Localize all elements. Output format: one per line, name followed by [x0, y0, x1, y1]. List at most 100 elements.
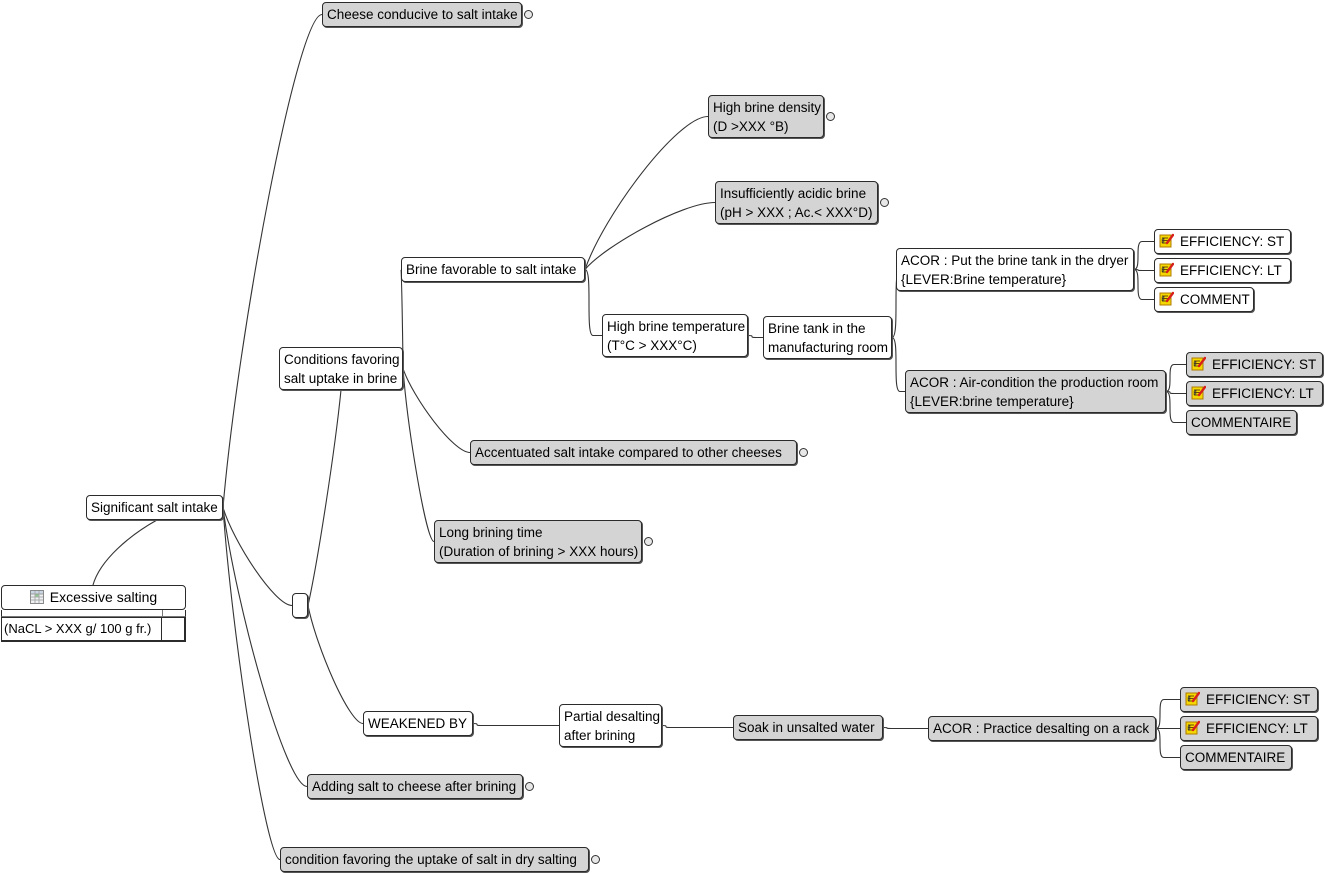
node-label: Significant salt intake	[91, 500, 218, 515]
node-label: EFFICIENCY: ST	[1212, 357, 1317, 372]
node-partial-desalting[interactable]: Partial desalting after brining	[559, 704, 662, 747]
node-label: Brine favorable to salt intake	[406, 262, 577, 277]
node-label: (Duration of brining > XXX hours)	[439, 544, 639, 559]
node-text: EFFICIENCY: LT	[1159, 261, 1286, 280]
root-node-header: Excessive salting	[1, 585, 186, 610]
memo-icon	[1191, 385, 1206, 400]
node-acor-dryer-lt[interactable]: EFFICIENCY: LT	[1154, 258, 1291, 283]
node-label: Cheese conducive to salt intake	[327, 7, 518, 22]
node-acor-aircon-st[interactable]: EFFICIENCY: ST	[1186, 352, 1323, 377]
expand-collapse-handle[interactable]	[799, 447, 808, 457]
connector-brine-high-temp	[584, 268, 602, 337]
connector-acor-dryer-lt	[1133, 268, 1154, 272]
node-text: (D >XXX °B)	[713, 117, 819, 136]
node-weakened[interactable]: WEAKENED BY	[363, 711, 473, 736]
node-text: {LEVER:brine temperature}	[910, 392, 1161, 411]
node-text: Cheese conducive to salt intake	[327, 5, 518, 24]
node-label: (D >XXX °B)	[713, 119, 789, 134]
connector-conditions-accentuated	[402, 368, 471, 454]
node-acidic[interactable]: Insufficiently acidic brine (pH > XXX ; A…	[715, 181, 878, 224]
node-label: WEAKENED BY	[368, 716, 468, 731]
memo-icon	[1159, 291, 1174, 306]
root-node-excessive-salting[interactable]: Excessive salting (NaCL > XXX g/ 100 g f…	[1, 585, 186, 642]
root-detail-empty-cell	[161, 618, 184, 640]
table-icon	[29, 590, 44, 604]
node-acor-rack-comment[interactable]: COMMENTAIRE	[1180, 745, 1292, 770]
node-accentuated[interactable]: Accentuated salt intake compared to othe…	[470, 440, 797, 465]
connector-conditions-long-brining	[402, 368, 435, 543]
node-text: Partial desalting	[564, 707, 661, 726]
node-acor-aircon[interactable]: ACOR : Air-condition the production room…	[905, 370, 1166, 413]
node-adding-salt[interactable]: Adding salt to cheese after brining	[307, 774, 523, 799]
node-label: EFFICIENCY: ST	[1180, 234, 1285, 249]
memo-icon	[1185, 691, 1200, 706]
node-conditions-brine[interactable]: Conditions favoring salt uptake in brine	[279, 347, 403, 390]
connector-lines	[92, 13, 1186, 861]
node-label: Partial desalting	[564, 709, 661, 724]
expand-collapse-handle[interactable]	[826, 111, 835, 121]
node-cheese-conducive[interactable]: Cheese conducive to salt intake	[322, 2, 522, 27]
memo-icon	[1159, 233, 1174, 248]
connector-significant-adding-salt	[222, 507, 308, 788]
node-text: {LEVER:Brine temperature}	[901, 270, 1129, 289]
node-text: Brine tank in the	[768, 319, 887, 338]
connector-temp-tank	[747, 334, 763, 339]
node-acor-rack-st[interactable]: EFFICIENCY: ST	[1180, 687, 1318, 712]
expand-collapse-handle[interactable]	[880, 197, 889, 207]
node-text: (Duration of brining > XXX hours)	[439, 542, 639, 561]
node-soak[interactable]: Soak in unsalted water	[733, 715, 883, 740]
node-high-temp[interactable]: High brine temperature (T°C > XXX°C)	[602, 314, 748, 357]
connector-brine-high-density	[584, 115, 709, 270]
root-node-separator	[1, 610, 186, 617]
node-brine-favorable[interactable]: Brine favorable to salt intake	[401, 257, 585, 282]
node-junction[interactable]	[292, 593, 308, 618]
node-text: (T°C > XXX°C)	[607, 336, 743, 355]
connector-soak-acor-rack	[882, 726, 928, 730]
connector-acor-aircon-comment	[1165, 390, 1186, 424]
root-title: Excessive salting	[49, 589, 158, 605]
node-tank-room[interactable]: Brine tank in the manufacturing room	[763, 316, 892, 359]
node-dry-salting[interactable]: condition favoring the uptake of salt in…	[280, 847, 589, 872]
node-acor-rack-lt[interactable]: EFFICIENCY: LT	[1180, 716, 1318, 741]
node-text: Brine favorable to salt intake	[406, 260, 580, 279]
node-long-brining[interactable]: Long brining time (Duration of brining > …	[434, 520, 642, 563]
connector-tank-acor-aircon	[891, 336, 905, 393]
node-label: Soak in unsalted water	[738, 720, 875, 735]
node-text: ACOR : Put the brine tank in the dryer	[901, 251, 1129, 270]
node-acor-aircon-lt[interactable]: EFFICIENCY: LT	[1186, 381, 1323, 406]
node-label: Long brining time	[439, 525, 543, 540]
node-text: EFFICIENCY: ST	[1185, 690, 1313, 709]
node-label: ACOR : Air-condition the production room	[910, 375, 1159, 390]
node-acor-rack[interactable]: ACOR : Practice desalting on a rack	[928, 716, 1156, 741]
expand-collapse-handle[interactable]	[524, 9, 533, 19]
node-acor-dryer-comment[interactable]: COMMENT	[1154, 287, 1254, 312]
connector-brine-acidic	[584, 201, 716, 270]
node-label: salt uptake in brine	[284, 371, 398, 386]
node-label: EFFICIENCY: LT	[1180, 263, 1282, 278]
expand-collapse-handle[interactable]	[644, 536, 653, 546]
node-label: condition favoring the uptake of salt in…	[285, 852, 577, 867]
expand-collapse-handle[interactable]	[591, 854, 600, 864]
node-acor-dryer-st[interactable]: EFFICIENCY: ST	[1154, 229, 1291, 254]
node-text: ACOR : Air-condition the production room	[910, 373, 1161, 392]
node-label: Brine tank in the	[768, 321, 866, 336]
node-label: ACOR : Put the brine tank in the dryer	[901, 253, 1129, 268]
expand-collapse-handle[interactable]	[525, 781, 534, 791]
node-label: COMMENTAIRE	[1191, 415, 1292, 430]
connector-partial-soak	[661, 724, 733, 729]
node-acor-dryer[interactable]: ACOR : Put the brine tank in the dryer {L…	[896, 248, 1134, 291]
connector-significant-junction	[222, 507, 293, 607]
node-text: Long brining time	[439, 523, 637, 542]
node-label: EFFICIENCY: LT	[1212, 386, 1314, 401]
node-text: salt uptake in brine	[284, 369, 398, 388]
node-text: EFFICIENCY: LT	[1191, 384, 1318, 403]
node-label: High brine temperature	[607, 319, 746, 334]
connector-acor-rack-st	[1155, 698, 1180, 730]
connector-acor-dryer-comment	[1133, 268, 1154, 301]
node-acor-aircon-comment[interactable]: COMMENTAIRE	[1186, 410, 1297, 435]
node-high-density[interactable]: High brine density (D >XXX °B)	[708, 95, 824, 138]
node-text: Insufficiently acidic brine	[720, 184, 873, 203]
node-label: Adding salt to cheese after brining	[312, 779, 517, 794]
node-significant[interactable]: Significant salt intake	[86, 495, 223, 520]
connector-weakened-partial	[472, 722, 559, 727]
